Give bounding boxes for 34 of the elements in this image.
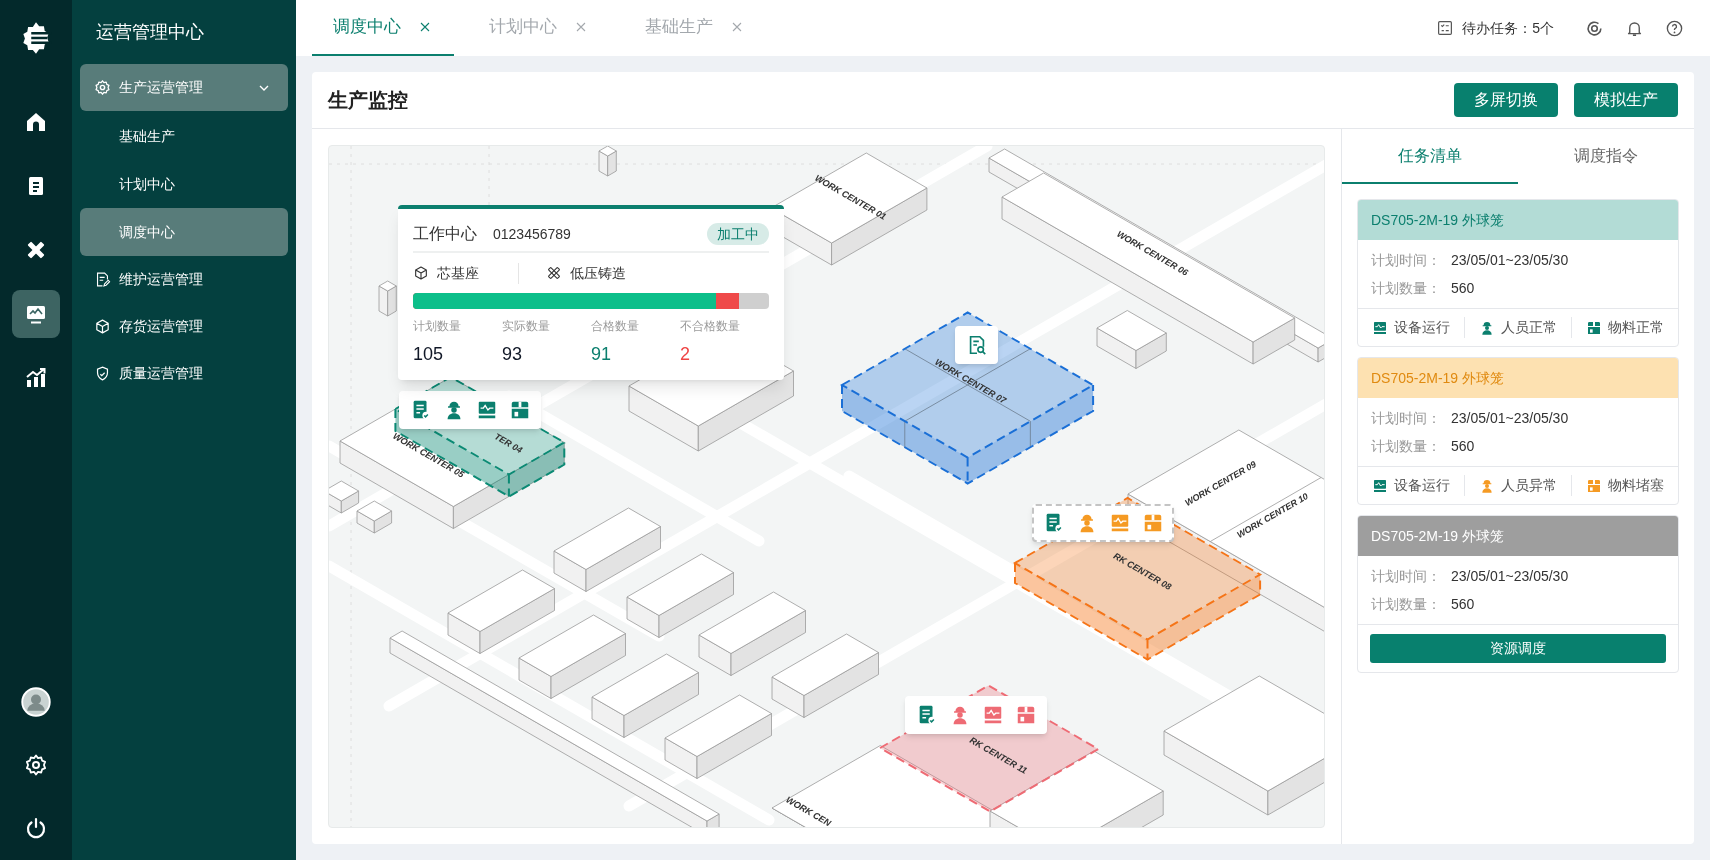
popup-title: 工作中心: [413, 224, 477, 244]
status-label: 人员正常: [1501, 318, 1557, 337]
field-value: 560: [1451, 436, 1475, 456]
field-value: 23/05/01~23/05/30: [1451, 566, 1569, 586]
stat-value: 105: [413, 343, 445, 366]
status-label: 设备运行: [1394, 318, 1450, 337]
page-title: 生产监控: [328, 88, 408, 113]
status-label: 人员异常: [1501, 476, 1557, 495]
field-label: 计划时间：: [1371, 250, 1442, 270]
work-center-label: TER 04: [492, 431, 525, 456]
field-value: 560: [1451, 278, 1475, 298]
status-badge: 加工中: [707, 223, 769, 245]
stat-label: 实际数量: [502, 318, 551, 335]
stat-label: 合格数量: [591, 318, 640, 335]
stat-value: 93: [502, 343, 524, 366]
work-center-code: 0123456789: [493, 224, 571, 244]
stat-value: 91: [591, 343, 613, 366]
field-value: 23/05/01~23/05/30: [1451, 250, 1569, 270]
field-value: 23/05/01~23/05/30: [1451, 408, 1569, 428]
status-label: 物料堵塞: [1608, 476, 1664, 495]
field-label: 计划数量：: [1371, 594, 1442, 614]
stat-label: 计划数量: [413, 318, 462, 335]
field-label: 计划数量：: [1371, 436, 1442, 456]
part-name: 芯基座: [437, 263, 479, 283]
field-label: 计划时间：: [1371, 566, 1442, 586]
status-label: 设备运行: [1394, 476, 1450, 495]
process-name: 低压铸造: [570, 263, 626, 283]
field-value: 560: [1451, 594, 1475, 614]
status-label: 物料正常: [1608, 318, 1664, 337]
stat-label: 不合格数量: [680, 318, 741, 335]
sidebar-title: 运营管理中心: [96, 20, 204, 44]
stat-value: 2: [680, 343, 691, 366]
field-label: 计划数量：: [1371, 278, 1442, 298]
field-label: 计划时间：: [1371, 408, 1442, 428]
